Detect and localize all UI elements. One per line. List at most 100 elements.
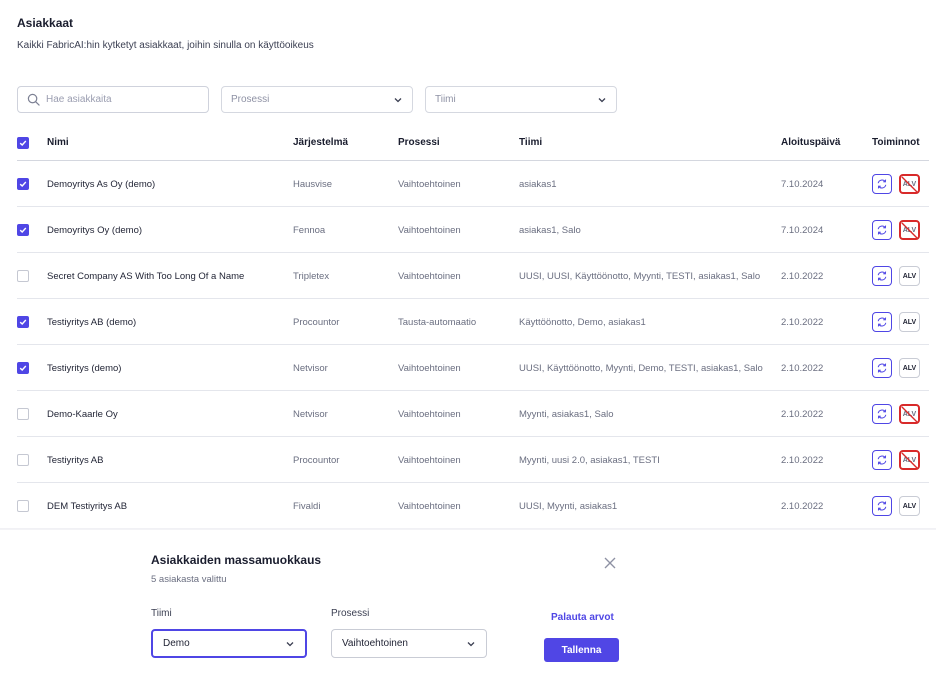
alv-label: ALV (902, 502, 917, 510)
select-all-checkbox[interactable] (17, 137, 29, 149)
customer-system: Fennoa (293, 224, 326, 236)
sync-icon (877, 317, 887, 327)
process-filter-placeholder: Prosessi (231, 94, 270, 105)
row-checkbox[interactable] (17, 178, 29, 190)
row-checkbox[interactable] (17, 362, 29, 374)
sync-button[interactable] (872, 404, 892, 424)
customer-process: Vaihtoehtoinen (398, 500, 461, 512)
reset-values-link[interactable]: Palauta arvot (551, 612, 614, 623)
col-header-team[interactable]: Tiimi (519, 137, 542, 148)
check-icon (19, 227, 27, 233)
sync-button[interactable] (872, 266, 892, 286)
table-row[interactable]: DEM Testiyritys AB Fivaldi Vaihtoehtoinen U… (17, 483, 929, 529)
sync-button[interactable] (872, 358, 892, 378)
process-filter-select[interactable]: Prosessi (221, 86, 413, 113)
col-header-process[interactable]: Prosessi (398, 137, 440, 148)
alv-button[interactable]: ALV (899, 266, 920, 286)
table-body: Demoyritys As Oy (demo) Hausvise Vaihtoeht… (17, 161, 929, 529)
row-checkbox[interactable] (17, 270, 29, 282)
alv-label: ALV (902, 364, 917, 372)
sync-button[interactable] (872, 312, 892, 332)
sync-icon (877, 363, 887, 373)
customer-name: Testiyritys AB (demo) (47, 316, 137, 328)
table-row[interactable]: Demoyritys Oy (demo) Fennoa Vaihtoehtoinen… (17, 207, 929, 253)
page-subtitle: Kaikki FabricAI:hin kytketyt asiakkaat, … (17, 40, 314, 51)
process-select[interactable]: Vaihtoehtoinen (331, 629, 487, 658)
customer-start-date: 2.10.2022 (781, 454, 824, 466)
alv-disabled-button[interactable]: ALV (899, 220, 920, 240)
row-checkbox[interactable] (17, 408, 29, 420)
alv-button[interactable]: ALV (899, 312, 920, 332)
table-row[interactable]: Testiyritys AB (demo) Procountor Tausta-au… (17, 299, 929, 345)
alv-disabled-button[interactable]: ALV (899, 450, 920, 470)
col-header-start-date[interactable]: Aloituspäivä (781, 137, 840, 148)
table-row[interactable]: Testiyritys AB Procountor Vaihtoehtoinen My… (17, 437, 929, 483)
search-icon (27, 93, 40, 106)
customer-start-date: 2.10.2022 (781, 500, 824, 512)
customers-table: Nimi Järjestelmä Prosessi Tiimi Aloitusp… (17, 128, 929, 529)
alv-disabled-button[interactable]: ALV (899, 174, 920, 194)
sync-button[interactable] (872, 496, 892, 516)
chevron-down-icon (467, 641, 475, 646)
col-header-actions: Toiminnot (872, 137, 920, 148)
col-header-system[interactable]: Järjestelmä (293, 137, 348, 148)
chevron-down-icon (598, 97, 606, 102)
customer-system: Hausvise (293, 178, 333, 190)
table-header: Nimi Järjestelmä Prosessi Tiimi Aloitusp… (17, 128, 929, 161)
search-input[interactable] (46, 94, 196, 105)
team-field-label: Tiimi (151, 608, 172, 619)
table-row[interactable]: Demoyritys As Oy (demo) Hausvise Vaihtoeht… (17, 161, 929, 207)
close-icon[interactable] (603, 556, 617, 570)
sync-icon (877, 179, 887, 189)
save-button[interactable]: Tallenna (544, 638, 619, 662)
sync-button[interactable] (872, 220, 892, 240)
sync-icon (877, 455, 887, 465)
alv-disabled-button[interactable]: ALV (899, 404, 920, 424)
customer-team: asiakas1, Salo (519, 224, 581, 236)
alv-strike-icon (901, 222, 918, 239)
row-checkbox[interactable] (17, 500, 29, 512)
team-select[interactable]: Demo (151, 629, 307, 658)
customer-team: Käyttöönotto, Demo, asiakas1 (519, 316, 646, 328)
col-header-name[interactable]: Nimi (47, 137, 69, 148)
table-row[interactable]: Demo-Kaarle Oy Netvisor Vaihtoehtoinen Myyn… (17, 391, 929, 437)
customer-name: Demoyritys As Oy (demo) (47, 178, 156, 190)
team-select-value: Demo (163, 638, 190, 649)
customer-name: Testiyritys (demo) (47, 362, 122, 374)
table-row[interactable]: Testiyritys (demo) Netvisor Vaihtoehtoinen… (17, 345, 929, 391)
page-title: Asiakkaat (17, 16, 74, 30)
process-select-value: Vaihtoehtoinen (342, 638, 408, 649)
sync-icon (877, 501, 887, 511)
customer-name: Demo-Kaarle Oy (47, 408, 118, 420)
alv-strike-icon (901, 176, 918, 193)
alv-button[interactable]: ALV (899, 496, 920, 516)
customer-system: Procountor (293, 316, 340, 328)
customer-process: Vaihtoehtoinen (398, 178, 461, 190)
alv-strike-icon (901, 406, 918, 423)
row-checkbox[interactable] (17, 224, 29, 236)
customer-name: DEM Testiyritys AB (47, 500, 128, 512)
customer-system: Netvisor (293, 408, 328, 420)
customer-system: Procountor (293, 454, 340, 466)
chevron-down-icon (286, 641, 294, 646)
search-box[interactable] (17, 86, 209, 113)
row-checkbox[interactable] (17, 316, 29, 328)
customer-start-date: 7.10.2024 (781, 178, 824, 190)
row-checkbox[interactable] (17, 454, 29, 466)
check-icon (19, 365, 27, 371)
sync-icon (877, 271, 887, 281)
customer-name: Demoyritys Oy (demo) (47, 224, 143, 236)
customer-name: Secret Company AS With Too Long Of a Nam… (47, 270, 245, 282)
customer-process: Vaihtoehtoinen (398, 454, 461, 466)
alv-button[interactable]: ALV (899, 358, 920, 378)
sync-button[interactable] (872, 450, 892, 470)
sync-button[interactable] (872, 174, 892, 194)
customer-team: asiakas1 (519, 178, 557, 190)
bulk-edit-panel: Asiakkaiden massamuokkaus 5 asiakasta va… (0, 530, 936, 696)
customer-start-date: 2.10.2022 (781, 362, 824, 374)
customer-start-date: 2.10.2022 (781, 316, 824, 328)
customer-team: UUSI, Myynti, asiakas1 (519, 500, 618, 512)
customer-process: Vaihtoehtoinen (398, 408, 461, 420)
table-row[interactable]: Secret Company AS With Too Long Of a Nam… (17, 253, 929, 299)
team-filter-select[interactable]: Tiimi (425, 86, 617, 113)
